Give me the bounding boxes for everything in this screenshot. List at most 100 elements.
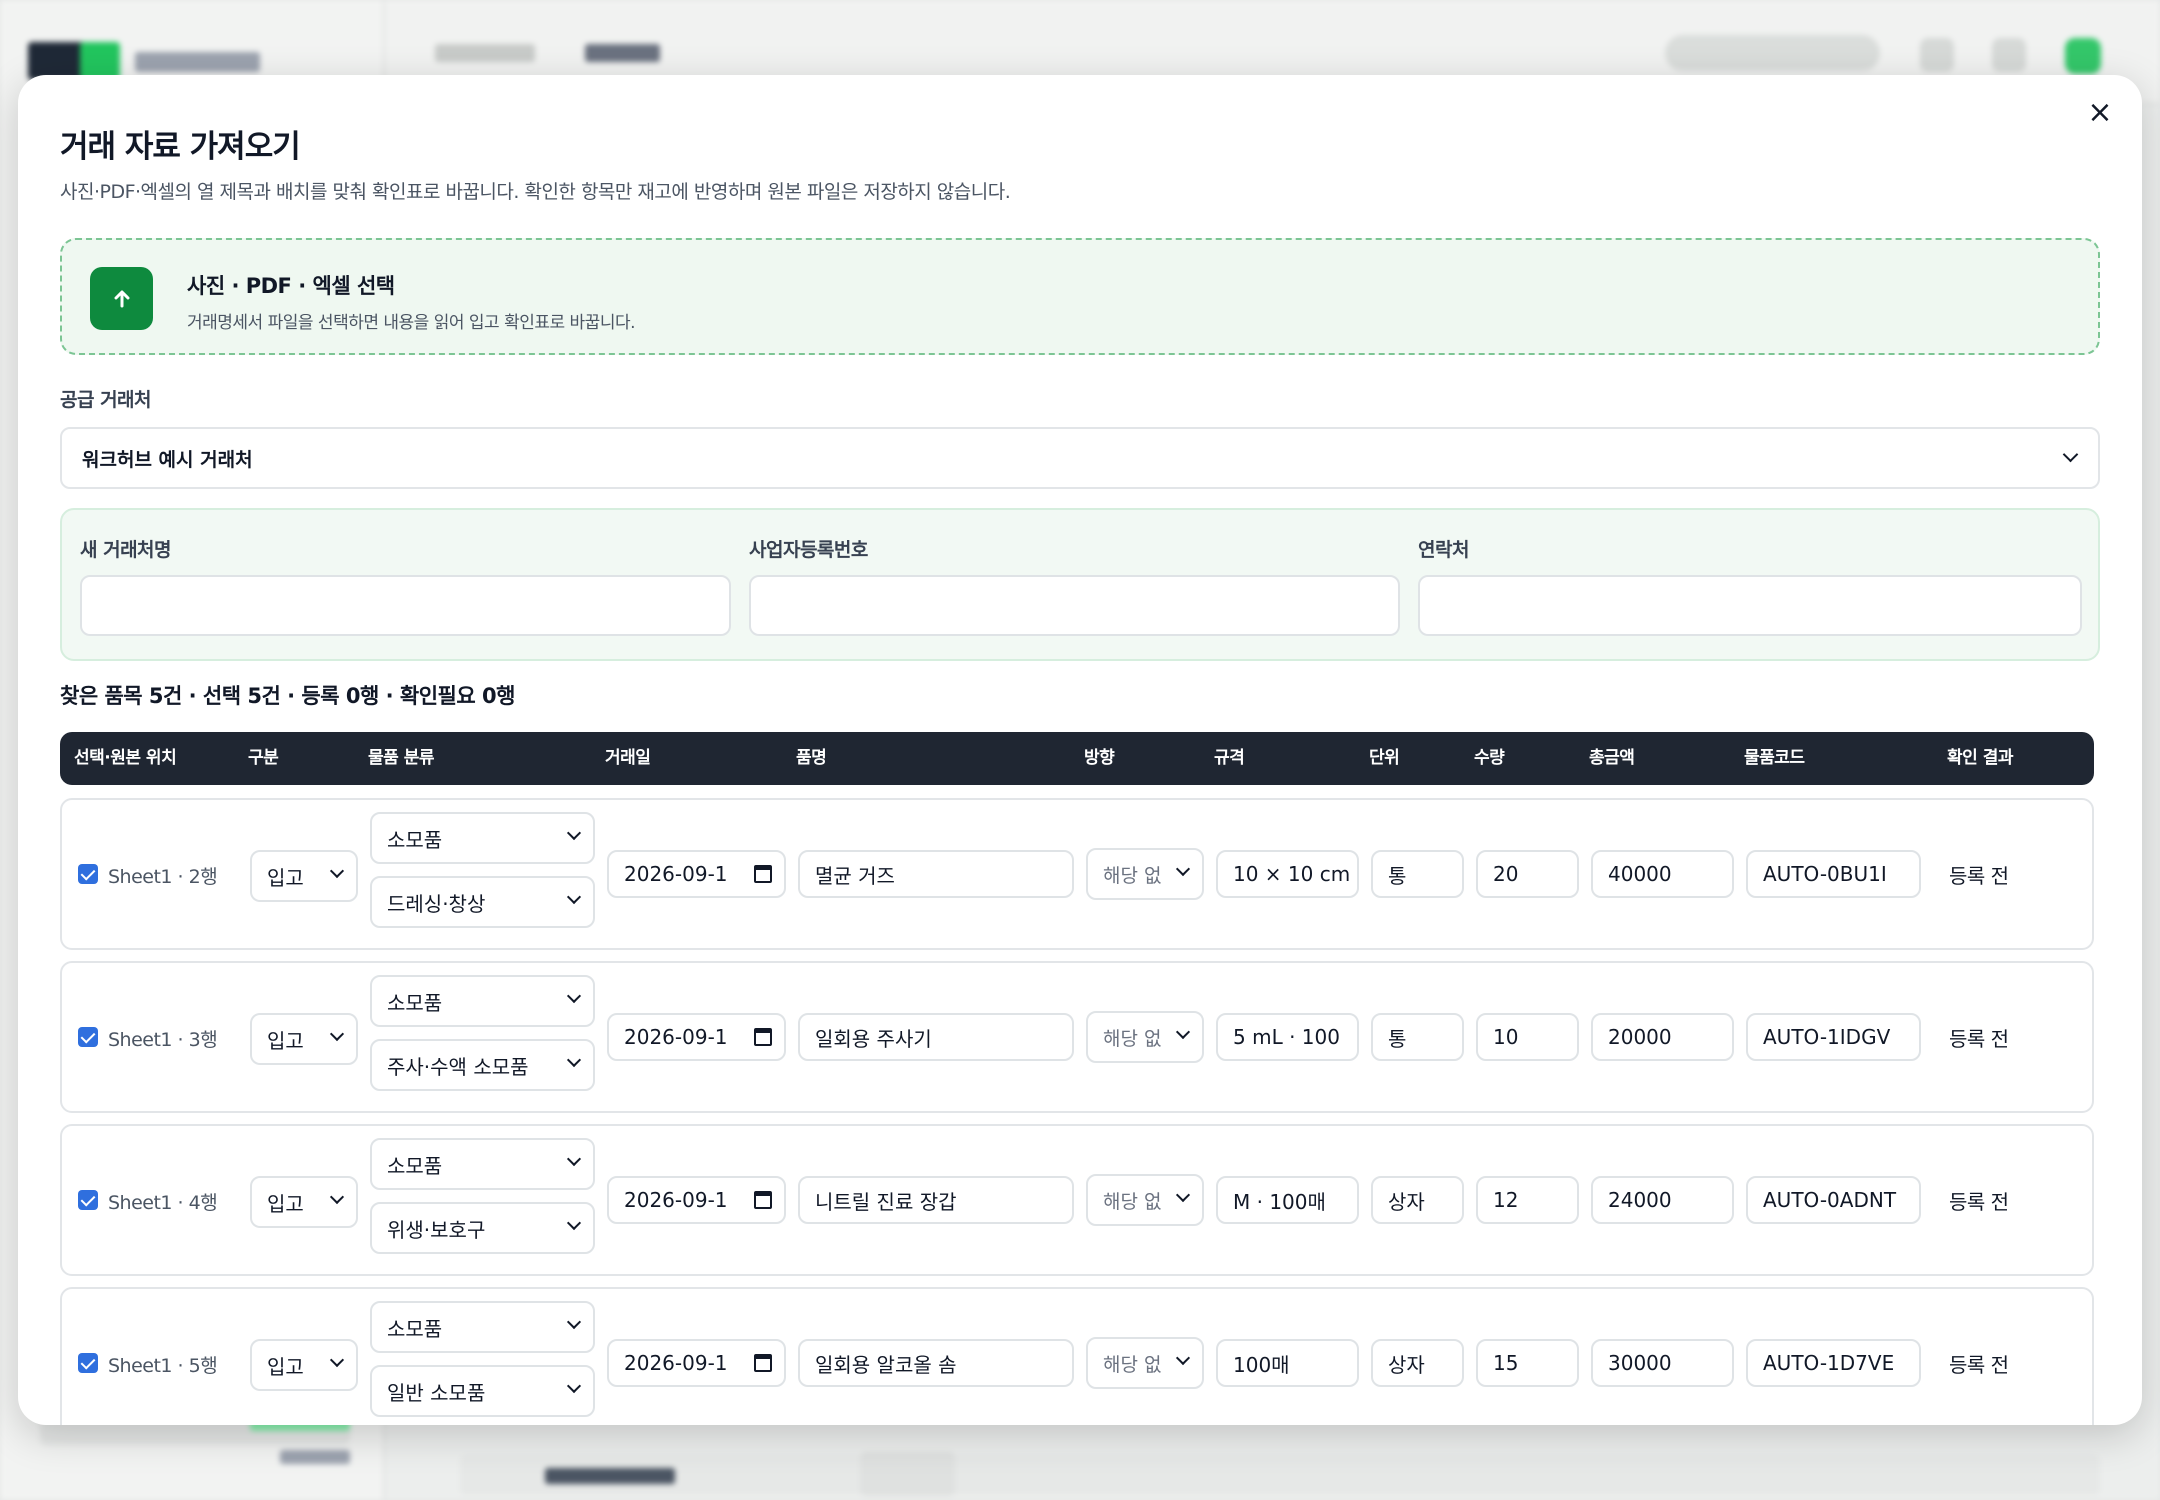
type-value: 입고	[267, 1354, 304, 1379]
business-number-input[interactable]	[749, 575, 1400, 636]
status-text: 등록 전	[1949, 1190, 2009, 1214]
date-input[interactable]: 2026-09-1	[607, 1339, 786, 1387]
item-code-input[interactable]: AUTO-0BU1I	[1746, 850, 1921, 898]
type-value: 입고	[267, 865, 304, 890]
item-name-input[interactable]: 일회용 주사기	[798, 1013, 1074, 1061]
chevron-down-icon	[2062, 446, 2079, 463]
subcategory-value: 위생·보호구	[387, 1217, 486, 1242]
calendar-icon[interactable]	[754, 1354, 772, 1372]
unit-input[interactable]: 상자	[1371, 1339, 1464, 1387]
total-input[interactable]: 24000	[1591, 1176, 1734, 1224]
col-header-qty: 수량	[1474, 748, 1505, 768]
new-supplier-panel: 새 거래처명 사업자등록번호 연락처	[60, 508, 2100, 661]
file-upload-dropzone[interactable]: 사진 · PDF · 엑셀 선택 거래명세서 파일을 선택하면 내용을 읽어 입…	[60, 238, 2100, 355]
calendar-icon[interactable]	[754, 1028, 772, 1046]
col-header-code: 물품코드	[1744, 748, 1805, 768]
contact-input[interactable]	[1418, 575, 2082, 636]
category-select[interactable]: 소모품	[370, 975, 595, 1027]
spec-input[interactable]: 5 mL · 100	[1216, 1013, 1359, 1061]
chevron-down-icon	[1175, 1024, 1191, 1040]
chevron-down-icon	[566, 1378, 582, 1394]
unit-input[interactable]: 상자	[1371, 1176, 1464, 1224]
date-input[interactable]: 2026-09-1	[607, 1013, 786, 1061]
chevron-down-icon	[329, 1026, 345, 1042]
direction-select[interactable]: 해당 없	[1086, 1174, 1204, 1226]
direction-select[interactable]: 해당 없	[1086, 848, 1204, 900]
subcategory-select[interactable]: 드레싱·창상	[370, 876, 595, 928]
calendar-icon[interactable]	[754, 865, 772, 883]
date-input[interactable]: 2026-09-1	[607, 850, 786, 898]
category-select[interactable]: 소모품	[370, 1301, 595, 1353]
date-input[interactable]: 2026-09-1	[607, 1176, 786, 1224]
type-select[interactable]: 입고	[250, 1339, 358, 1391]
bg-user-menu	[1665, 35, 1880, 71]
spec-input[interactable]: 100매	[1216, 1339, 1359, 1387]
item-code-input[interactable]: AUTO-1D7VE	[1746, 1339, 1921, 1387]
direction-select[interactable]: 해당 없	[1086, 1011, 1204, 1063]
row-select-checkbox[interactable]	[78, 1353, 98, 1373]
unit-input[interactable]: 통	[1371, 1013, 1464, 1061]
supplier-select[interactable]: 워크허브 예시 거래처	[60, 427, 2100, 489]
upload-title: 사진 · PDF · 엑셀 선택	[187, 274, 395, 298]
status-text: 등록 전	[1949, 1353, 2009, 1377]
col-header-total: 총금액	[1589, 748, 1635, 768]
direction-value: 해당 없	[1103, 1353, 1162, 1376]
category-value: 소모품	[387, 990, 443, 1015]
subcategory-value: 일반 소모품	[387, 1380, 486, 1405]
table-row: Sheet1 · 3행 입고 소모품 주사·수액 소모품 2026-09-1 일…	[60, 961, 2094, 1113]
item-code-input[interactable]: AUTO-0ADNT	[1746, 1176, 1921, 1224]
total-input[interactable]: 30000	[1591, 1339, 1734, 1387]
new-supplier-name-input[interactable]	[80, 575, 731, 636]
unit-input[interactable]: 통	[1371, 850, 1464, 898]
item-name-input[interactable]: 일회용 알코올 솜	[798, 1339, 1074, 1387]
spec-input[interactable]: 10 × 10 cm	[1216, 850, 1359, 898]
direction-value: 해당 없	[1103, 864, 1162, 887]
item-code-input[interactable]: AUTO-1IDGV	[1746, 1013, 1921, 1061]
direction-select[interactable]: 해당 없	[1086, 1337, 1204, 1389]
bg-table-icon	[860, 1452, 955, 1496]
col-header-spec: 규격	[1214, 748, 1245, 768]
status-text: 등록 전	[1949, 1027, 2009, 1051]
item-name-input[interactable]: 니트릴 진료 장갑	[798, 1176, 1074, 1224]
category-select[interactable]: 소모품	[370, 1138, 595, 1190]
chevron-down-icon	[566, 889, 582, 905]
spec-input[interactable]: M · 100매	[1216, 1176, 1359, 1224]
bg-table-text	[545, 1468, 675, 1484]
col-header-name: 품명	[796, 748, 827, 768]
type-select[interactable]: 입고	[250, 850, 358, 902]
item-name-input[interactable]: 멸균 거즈	[798, 850, 1074, 898]
row-source: Sheet1 · 5행	[108, 1355, 218, 1377]
subcategory-select[interactable]: 주사·수액 소모품	[370, 1039, 595, 1091]
type-select[interactable]: 입고	[250, 1013, 358, 1065]
business-number-label: 사업자등록번호	[749, 539, 868, 561]
col-header-date: 거래일	[605, 748, 651, 768]
qty-input[interactable]: 15	[1476, 1339, 1579, 1387]
new-supplier-name-label: 새 거래처명	[80, 539, 172, 561]
bg-breadcrumb-current	[585, 44, 660, 62]
chevron-down-icon	[329, 1352, 345, 1368]
table-row: Sheet1 · 4행 입고 소모품 위생·보호구 2026-09-1 니트릴 …	[60, 1124, 2094, 1276]
row-source: Sheet1 · 2행	[108, 866, 218, 888]
qty-input[interactable]: 10	[1476, 1013, 1579, 1061]
type-select[interactable]: 입고	[250, 1176, 358, 1228]
upload-arrow-icon	[90, 267, 153, 330]
col-header-source: 선택·원본 위치	[74, 748, 177, 768]
category-value: 소모품	[387, 1316, 443, 1341]
total-input[interactable]: 20000	[1591, 1013, 1734, 1061]
row-select-checkbox[interactable]	[78, 864, 98, 884]
bg-breadcrumb	[435, 44, 535, 62]
category-select[interactable]: 소모품	[370, 812, 595, 864]
total-input[interactable]: 40000	[1591, 850, 1734, 898]
calendar-icon[interactable]	[754, 1191, 772, 1209]
close-button[interactable]: ×	[2080, 93, 2120, 133]
upload-subtitle: 거래명세서 파일을 선택하면 내용을 읽어 입고 확인표로 바꿉니다.	[187, 313, 636, 333]
row-source: Sheet1 · 4행	[108, 1192, 218, 1214]
row-select-checkbox[interactable]	[78, 1190, 98, 1210]
qty-input[interactable]: 20	[1476, 850, 1579, 898]
col-header-category: 물품 분류	[368, 748, 434, 768]
row-select-checkbox[interactable]	[78, 1027, 98, 1047]
qty-input[interactable]: 12	[1476, 1176, 1579, 1224]
col-header-direction: 방향	[1084, 748, 1115, 768]
subcategory-select[interactable]: 위생·보호구	[370, 1202, 595, 1254]
subcategory-select[interactable]: 일반 소모품	[370, 1365, 595, 1417]
